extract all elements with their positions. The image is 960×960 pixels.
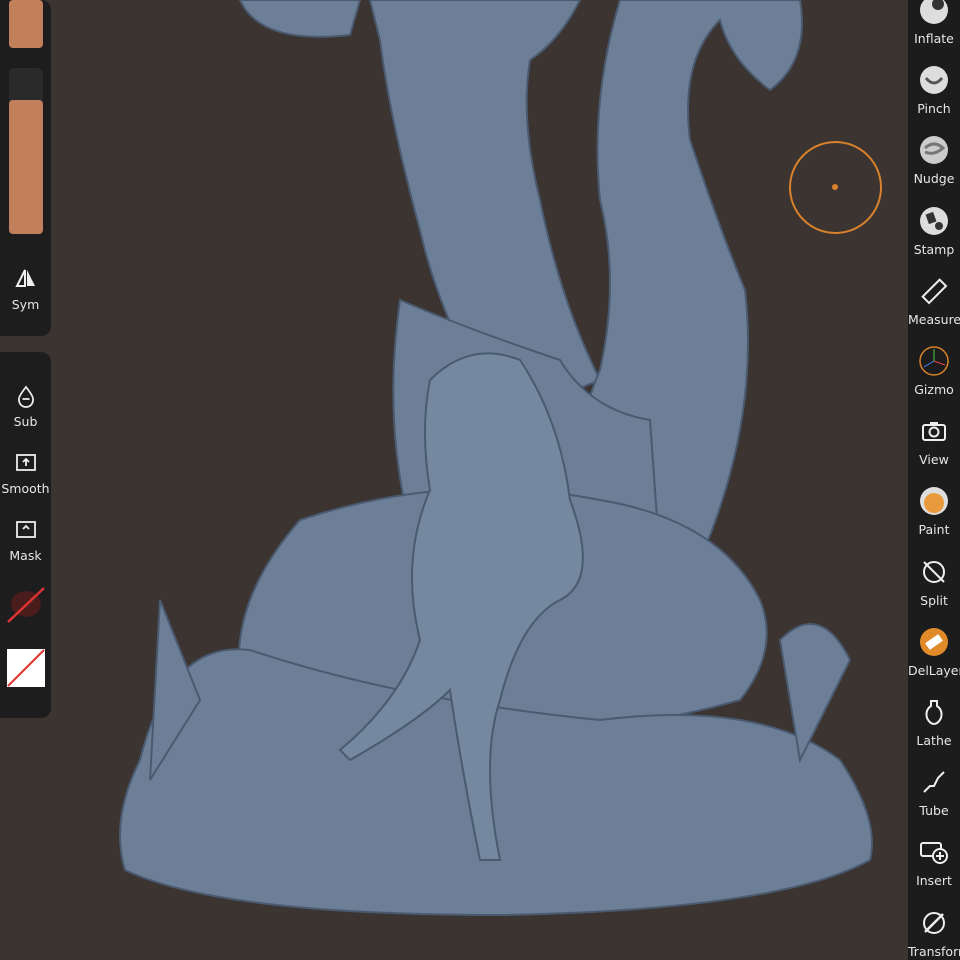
tool-label: Pinch	[917, 101, 951, 117]
tool-paint[interactable]: Paint	[908, 485, 960, 537]
tool-measure[interactable]: Measure	[908, 275, 960, 327]
tool-tube[interactable]: Tube	[908, 766, 960, 818]
tool-label: Lathe	[916, 733, 952, 748]
layer-delete-icon	[920, 627, 948, 656]
tool-gizmo[interactable]: Gizmo	[908, 345, 960, 397]
sub-button[interactable]: Sub	[0, 384, 51, 429]
tool-label: View	[919, 452, 949, 468]
sym-button[interactable]: Sym	[0, 267, 51, 312]
color-none-button[interactable]	[6, 648, 46, 688]
tool-label: Nudge	[913, 171, 955, 187]
tool-label: Insert	[916, 873, 952, 889]
insert-icon	[920, 842, 948, 865]
sphere-icon	[920, 0, 948, 24]
tool-label: Transform	[908, 943, 960, 959]
tool-label: Stamp	[913, 241, 955, 257]
brush-cursor-center	[832, 184, 838, 190]
sym-label: Sym	[11, 297, 40, 312]
sculpt-model	[119, 0, 873, 917]
tool-lathe[interactable]: Lathe	[908, 696, 960, 748]
tool-label: Split	[920, 592, 948, 608]
gizmo-icon	[919, 346, 949, 376]
color-swatch[interactable]	[9, 0, 43, 48]
symmetry-icon	[14, 269, 35, 287]
droplet-minus-icon	[17, 385, 34, 408]
tool-pinch[interactable]: Pinch	[908, 64, 960, 116]
nudge-sphere-icon	[920, 136, 948, 165]
lathe-icon	[925, 700, 943, 726]
tool-label: Inflate	[914, 31, 954, 46]
tube-icon	[923, 771, 945, 793]
tool-transform[interactable]: Transform	[908, 907, 960, 959]
transform-icon	[923, 911, 945, 934]
mask-label: Mask	[9, 548, 42, 563]
tool-nudge[interactable]: Nudge	[908, 134, 960, 186]
mask-button[interactable]: Mask	[0, 518, 51, 563]
ruler-icon	[921, 278, 948, 305]
tool-split[interactable]: Split	[908, 556, 960, 608]
split-icon	[923, 560, 945, 583]
left-panel-tools: Sub Smooth Mask	[0, 352, 51, 718]
tool-label: Measure	[908, 311, 960, 327]
tool-label: Paint	[918, 522, 950, 538]
brush-radius-slider[interactable]	[9, 68, 43, 234]
stamp-sphere-icon	[920, 206, 948, 235]
tool-label: Tube	[919, 803, 949, 819]
tool-label: Gizmo	[914, 382, 954, 397]
tool-stamp[interactable]: Stamp	[908, 205, 960, 257]
sub-label: Sub	[13, 414, 38, 429]
square-up-arrow-icon	[15, 454, 36, 471]
right-toolbar: Inflate Pinch Nudge Stamp Measure Gizmo View Pa…	[908, 0, 960, 960]
square-caret-icon	[15, 521, 36, 538]
material-none-button[interactable]	[6, 584, 46, 624]
pinch-sphere-icon	[920, 66, 948, 95]
slider-fill	[9, 100, 43, 234]
tool-insert[interactable]: Insert	[908, 836, 960, 888]
tool-inflate[interactable]: Inflate	[908, 0, 960, 46]
camera-icon	[922, 422, 946, 442]
smooth-button[interactable]: Smooth	[0, 451, 51, 496]
smooth-label: Smooth	[1, 481, 50, 496]
left-panel-top: Sym	[0, 0, 51, 336]
tool-dellayer[interactable]: DelLayer	[908, 626, 960, 678]
paint-sphere-icon	[920, 487, 948, 516]
tool-view[interactable]: View	[908, 415, 960, 467]
tool-label: DelLayer	[908, 662, 960, 678]
